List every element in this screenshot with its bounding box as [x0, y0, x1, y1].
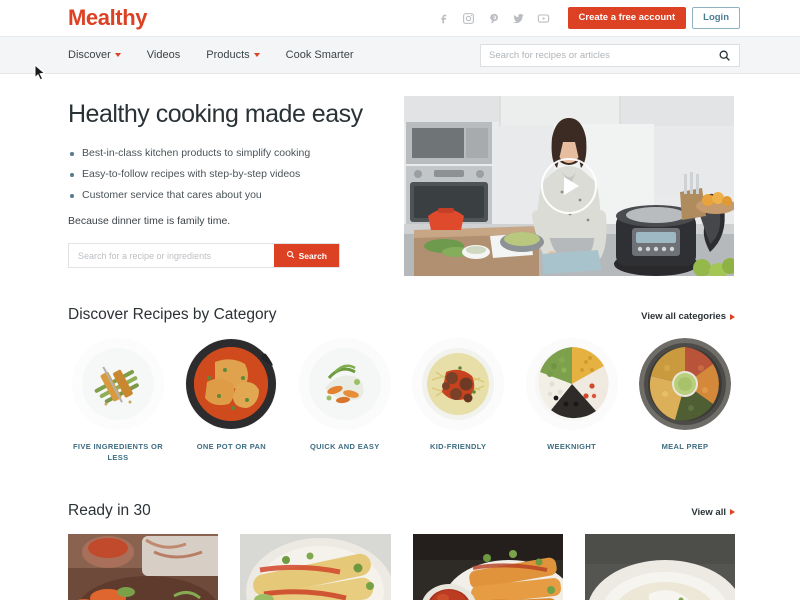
nav-item-list: Discover Videos Products Cook Smarter	[68, 49, 354, 61]
top-bar-actions: Create a free account Login	[437, 6, 740, 30]
facebook-icon[interactable]	[437, 12, 450, 25]
youtube-icon[interactable]	[537, 12, 550, 25]
recipe-card[interactable]	[240, 533, 391, 600]
section-header: Discover Recipes by Category View all ca…	[68, 306, 735, 324]
login-button[interactable]: Login	[692, 6, 740, 30]
top-bar: Mealthy Create a free account Login	[0, 0, 800, 36]
category-item-weeknight[interactable]: WEEKNIGHT	[522, 338, 622, 464]
category-image	[298, 338, 391, 430]
section-header: Ready in 30 View all	[68, 502, 735, 520]
category-label: KID-FRIENDLY	[429, 442, 487, 451]
search-icon[interactable]	[718, 49, 731, 62]
category-image	[638, 338, 731, 430]
main-navigation: Discover Videos Products Cook Smarter	[0, 36, 800, 74]
recipe-card[interactable]	[584, 533, 735, 600]
chevron-down-icon	[253, 53, 260, 57]
hero-benefit-list: Best-in-class kitchen products to simpli…	[68, 147, 368, 201]
category-image	[185, 338, 278, 430]
view-all-label: View all	[691, 506, 726, 518]
view-all-categories-label: View all categories	[641, 311, 726, 322]
category-image	[412, 338, 505, 430]
nav-item-cook-smarter[interactable]: Cook Smarter	[286, 49, 354, 61]
category-label: MEAL PREP	[661, 442, 709, 451]
nav-item-discover[interactable]: Discover	[68, 49, 121, 61]
recipe-image	[412, 533, 563, 600]
nav-item-label: Products	[206, 49, 250, 61]
recipe-card[interactable]	[68, 533, 219, 600]
chevron-right-icon	[730, 313, 735, 320]
list-item: Easy-to-follow recipes with step-by-step…	[68, 168, 368, 180]
play-button[interactable]	[541, 158, 597, 214]
view-all-link[interactable]: View all	[691, 507, 735, 518]
nav-item-label: Videos	[146, 49, 181, 61]
recipe-image	[68, 533, 219, 600]
category-list: FIVE INGREDIENTS OR LESS ONE POT OR PAN …	[68, 338, 735, 464]
category-image	[72, 338, 164, 430]
hero-video-thumbnail[interactable]	[404, 96, 734, 276]
social-links	[437, 12, 550, 25]
pinterest-icon[interactable]	[487, 12, 500, 25]
nav-item-label: Discover	[68, 49, 111, 61]
category-item-meal-prep[interactable]: MEAL PREP	[635, 338, 735, 464]
recipe-image	[240, 533, 391, 600]
search-icon	[286, 250, 295, 261]
ready-in-30-section: Ready in 30 View all	[0, 502, 800, 600]
category-label: WEEKNIGHT	[547, 442, 597, 451]
list-item: Best-in-class kitchen products to simpli…	[68, 147, 368, 159]
hero-section: Healthy cooking made easy Best-in-class …	[0, 74, 800, 276]
hero-search-box[interactable]: Search	[68, 243, 340, 268]
category-item-five-ingredients[interactable]: FIVE INGREDIENTS OR LESS	[68, 338, 168, 464]
header-search-box[interactable]	[480, 43, 740, 67]
category-item-quick-easy[interactable]: QUICK AND EASY	[295, 338, 395, 464]
category-image	[525, 338, 618, 430]
category-item-kid-friendly[interactable]: KID-FRIENDLY	[408, 338, 508, 464]
list-item: Customer service that cares about you	[68, 189, 368, 201]
twitter-icon[interactable]	[512, 12, 525, 25]
section-title: Discover Recipes by Category	[68, 306, 277, 323]
hero-search-button-label: Search	[298, 250, 327, 261]
view-all-categories-link[interactable]: View all categories	[641, 311, 735, 322]
category-item-one-pot[interactable]: ONE POT OR PAN	[181, 338, 281, 464]
nav-item-products[interactable]: Products	[206, 49, 260, 61]
hero-copy: Healthy cooking made easy Best-in-class …	[68, 96, 368, 276]
hero-search-button[interactable]: Search	[273, 244, 339, 267]
hero-tagline: Because dinner time is family time.	[68, 215, 231, 227]
site-logo[interactable]: Mealthy	[68, 5, 148, 31]
create-account-button[interactable]: Create a free account	[567, 6, 687, 30]
hero-search-input[interactable]	[69, 244, 274, 267]
nav-item-videos[interactable]: Videos	[147, 49, 180, 61]
category-label: QUICK AND EASY	[309, 442, 380, 451]
recipe-card[interactable]	[412, 533, 563, 600]
chevron-down-icon	[114, 53, 121, 57]
chevron-right-icon	[730, 509, 735, 516]
categories-section: Discover Recipes by Category View all ca…	[0, 306, 800, 464]
category-label: FIVE INGREDIENTS OR LESS	[73, 442, 163, 462]
recipe-card-list	[68, 533, 735, 600]
section-title: Ready in 30	[68, 501, 151, 519]
nav-item-label: Cook Smarter	[285, 49, 354, 61]
header-search-input[interactable]	[489, 49, 718, 61]
recipe-image	[584, 533, 735, 600]
category-label: ONE POT OR PAN	[196, 442, 267, 451]
page-title: Healthy cooking made easy	[68, 100, 363, 128]
mouse-cursor	[34, 63, 46, 86]
instagram-icon[interactable]	[462, 12, 475, 25]
play-icon	[564, 177, 579, 195]
